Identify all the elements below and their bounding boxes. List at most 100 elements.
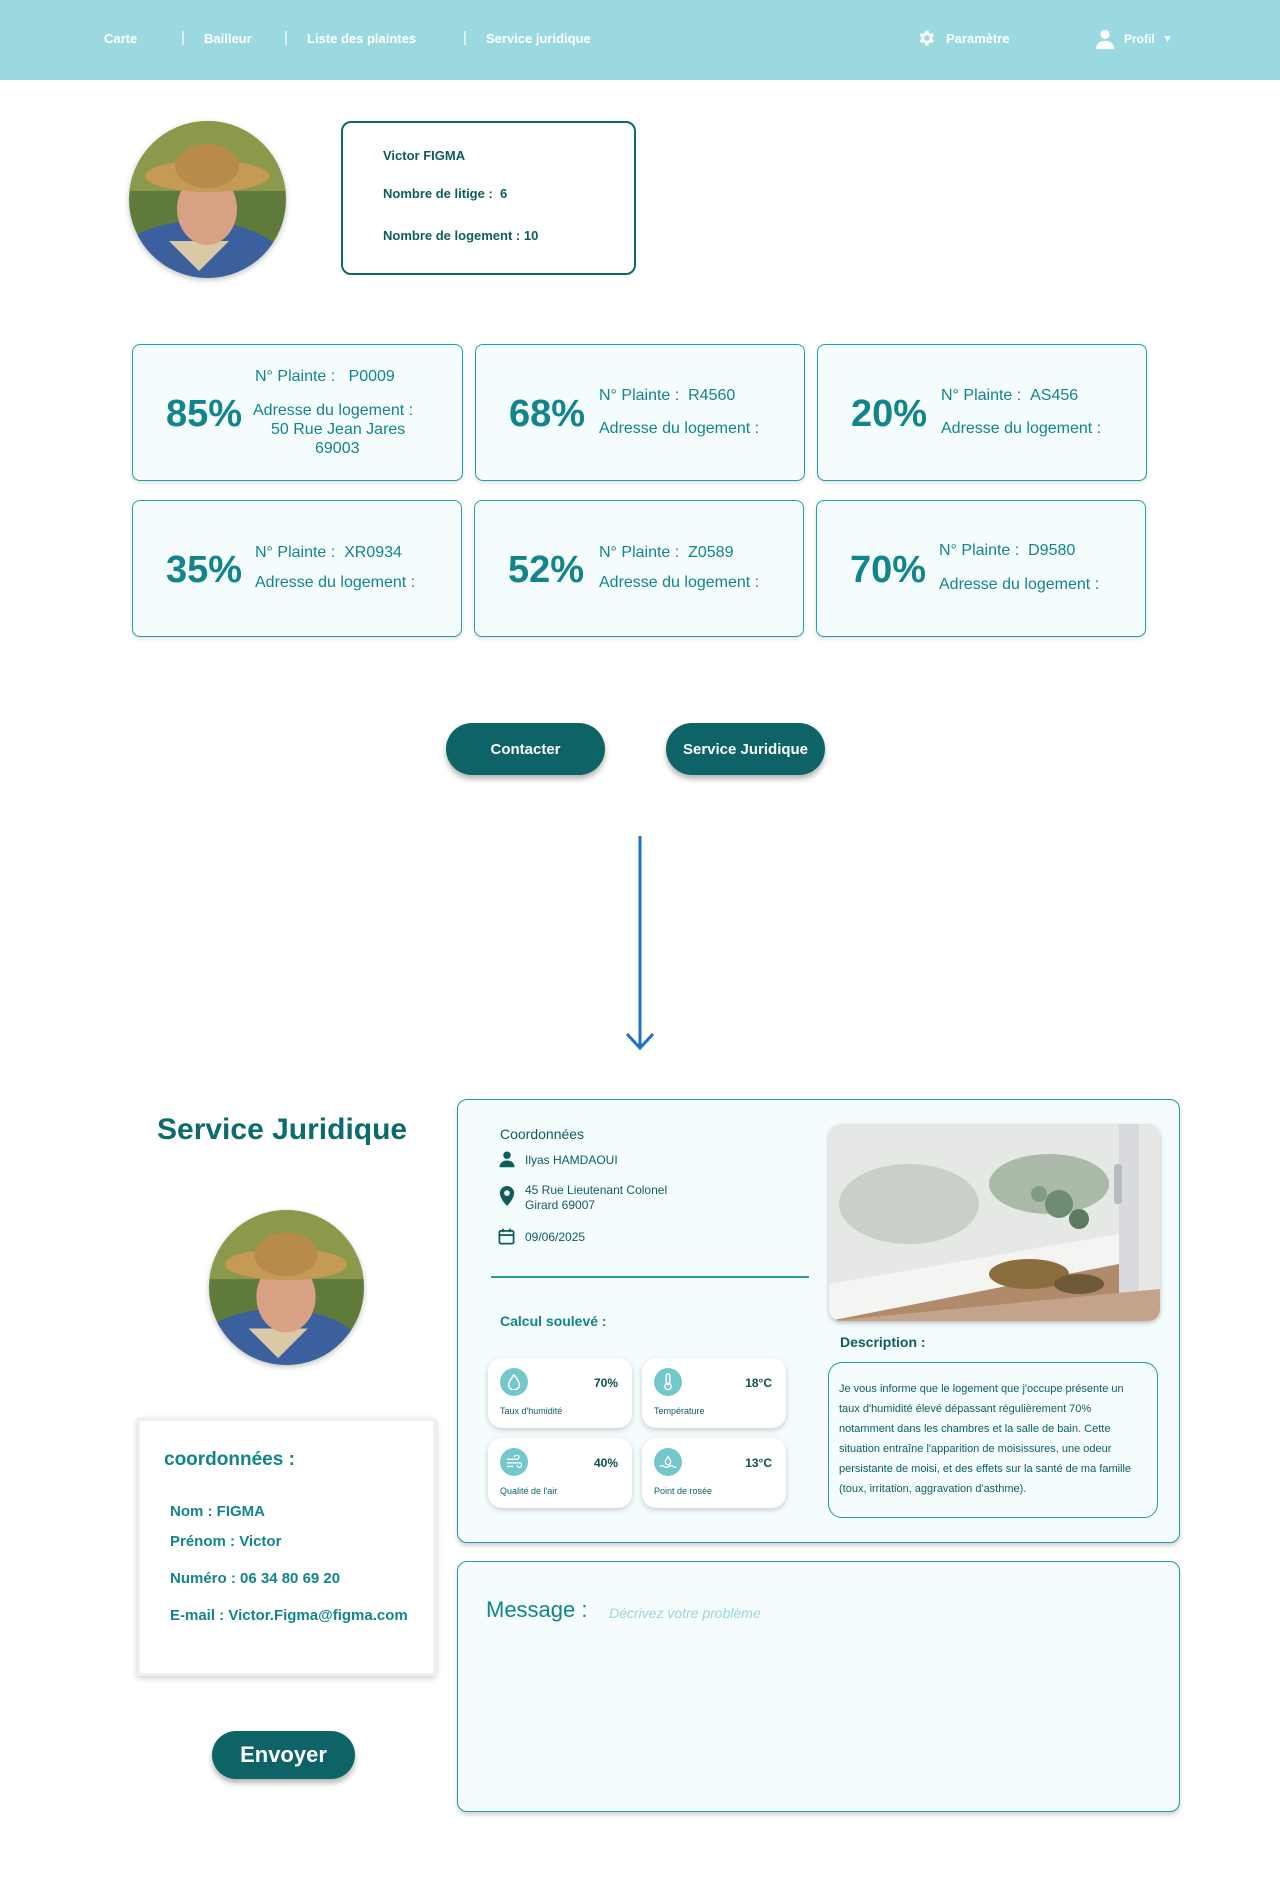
contact-button[interactable]: Contacter bbox=[446, 723, 605, 775]
complaint-address-label: Adresse du logement : bbox=[253, 402, 414, 419]
address-line-1: 45 Rue Lieutenant Colonel bbox=[525, 1183, 668, 1197]
avatar bbox=[209, 1210, 364, 1365]
complaint-card[interactable]: 20% N° Plainte : AS456 Adresse du logeme… bbox=[817, 344, 1147, 481]
complaint-number-value: R4560 bbox=[688, 387, 736, 404]
complaint-address-label: Adresse du logement : bbox=[599, 574, 760, 591]
calendar-icon bbox=[498, 1228, 515, 1245]
location-pin-icon bbox=[499, 1186, 515, 1206]
complaint-address-label: Adresse du logement : bbox=[599, 420, 760, 437]
complaint-number: N° Plainte : P0009 bbox=[255, 368, 395, 386]
email-label: E-mail : bbox=[170, 1607, 225, 1624]
complaint-address-label: Adresse du logement : bbox=[939, 576, 1100, 593]
description-heading: Description : bbox=[840, 1334, 926, 1350]
complaint-number-label: N° Plainte : bbox=[255, 368, 336, 385]
user-icon bbox=[499, 1151, 515, 1168]
mold-photo bbox=[829, 1124, 1160, 1321]
avatar bbox=[129, 121, 286, 278]
complaint-address-zip: 69003 bbox=[315, 440, 360, 457]
metric-value: 40% bbox=[593, 1456, 618, 1470]
numero-label: Numéro : bbox=[170, 1570, 236, 1587]
metric-label: Taux d'humidité bbox=[500, 1406, 563, 1416]
complaint-card[interactable]: 70% N° Plainte : D9580 Adresse du logeme… bbox=[816, 500, 1146, 637]
flow-arrow-icon bbox=[626, 836, 655, 1051]
complaint-percent: 68% bbox=[509, 393, 586, 435]
complaint-number-label: N° Plainte : bbox=[255, 544, 336, 561]
profile-disputes: Nombre de litige : 6 bbox=[383, 186, 507, 201]
prenom-value: Victor bbox=[239, 1533, 282, 1550]
complaint-number: N° Plainte : R4560 bbox=[599, 387, 735, 405]
person-name: Ilyas HAMDAOUI bbox=[525, 1153, 618, 1167]
metric-temperature: 18°C Température bbox=[642, 1358, 786, 1428]
metric-label: Point de rosée bbox=[654, 1486, 713, 1496]
profile-housing-count: Nombre de logement : 10 bbox=[383, 228, 539, 243]
settings-link[interactable]: Paramètre bbox=[916, 28, 1010, 48]
legal-service-button[interactable]: Service Juridique bbox=[666, 723, 825, 775]
complaint-number-value: Z0589 bbox=[688, 544, 734, 561]
nom-value: FIGMA bbox=[216, 1503, 265, 1520]
complaint-number-label: N° Plainte : bbox=[599, 387, 680, 404]
disputes-label: Nombre de litige : bbox=[383, 186, 493, 201]
complaint-number-value: XR0934 bbox=[344, 544, 402, 561]
complaint-percent: 52% bbox=[508, 549, 585, 591]
metric-value: 13°C bbox=[745, 1456, 772, 1470]
nom-label: Nom : bbox=[170, 1503, 213, 1520]
nav-service-juridique[interactable]: Service juridique bbox=[486, 31, 591, 46]
metric-value: 18°C bbox=[745, 1376, 772, 1390]
nav-liste-plaintes[interactable]: Liste des plaintes bbox=[307, 31, 416, 46]
message-label: Message : bbox=[486, 1597, 588, 1622]
complaint-number: N° Plainte : D9580 bbox=[939, 542, 1075, 560]
complaint-number-label: N° Plainte : bbox=[939, 542, 1020, 559]
complaint-number-value: P0009 bbox=[348, 368, 395, 385]
message-box[interactable]: Message : Décrivez votre problème bbox=[457, 1561, 1180, 1812]
profile-summary-card: Victor FIGMA Nombre de litige : 6 Nombre… bbox=[341, 121, 636, 275]
air-icon bbox=[500, 1448, 528, 1476]
complaint-card[interactable]: 85% N° Plainte : P0009 Adresse du logeme… bbox=[132, 344, 463, 481]
metric-dew-point: 13°C Point de rosée bbox=[642, 1438, 786, 1508]
profile-menu[interactable]: Profil ▼ bbox=[1094, 28, 1173, 50]
coords-heading: Coordonnées bbox=[500, 1126, 585, 1142]
divider bbox=[491, 1276, 809, 1278]
gear-icon bbox=[919, 30, 934, 46]
user-icon bbox=[1095, 29, 1115, 50]
message-placeholder[interactable]: Décrivez votre problème bbox=[609, 1605, 761, 1621]
disputes-value: 6 bbox=[500, 186, 508, 201]
email-value: Victor.Figma@figma.com bbox=[228, 1607, 408, 1624]
prenom-label: Prénom : bbox=[170, 1533, 236, 1550]
complaint-percent: 70% bbox=[850, 549, 927, 591]
complaint-number: N° Plainte : AS456 bbox=[941, 387, 1078, 405]
nav-separator: | bbox=[463, 29, 467, 46]
complaint-card[interactable]: 52% N° Plainte : Z0589 Adresse du logeme… bbox=[474, 500, 804, 637]
top-navbar: Carte | Bailleur | Liste des plaintes | … bbox=[0, 0, 1280, 80]
contact-info-title: coordonnées : bbox=[164, 1449, 295, 1470]
metric-humidity: 70% Taux d'humidité bbox=[488, 1358, 632, 1428]
nav-separator: | bbox=[181, 29, 185, 46]
chevron-down-icon: ▼ bbox=[1162, 33, 1173, 45]
address-line-2: Girard 69007 bbox=[525, 1198, 596, 1212]
contact-info-card: coordonnées : Nom : FIGMA Prénom : Victo… bbox=[137, 1418, 436, 1676]
description-text: Je vous informe que le logement que j'oc… bbox=[828, 1362, 1158, 1518]
complaint-card[interactable]: 35% N° Plainte : XR0934 Adresse du logem… bbox=[132, 500, 462, 637]
nav-bailleur[interactable]: Bailleur bbox=[204, 31, 252, 46]
complaint-number-value: AS456 bbox=[1030, 387, 1079, 404]
contact-email: E-mail : Victor.Figma@figma.com bbox=[170, 1607, 408, 1624]
complaint-address-label: Adresse du logement : bbox=[255, 574, 416, 591]
complaint-date: 09/06/2025 bbox=[525, 1230, 586, 1244]
contact-prenom: Prénom : Victor bbox=[170, 1533, 281, 1550]
droplet-icon bbox=[500, 1368, 528, 1396]
send-button[interactable]: Envoyer bbox=[212, 1731, 355, 1779]
complaint-number-label: N° Plainte : bbox=[941, 387, 1022, 404]
nav-carte[interactable]: Carte bbox=[104, 31, 137, 46]
complaint-address-label: Adresse du logement : bbox=[941, 420, 1102, 437]
complaint-card[interactable]: 68% N° Plainte : R4560 Adresse du logeme… bbox=[475, 344, 805, 481]
dew-point-icon bbox=[654, 1448, 682, 1476]
page-title: Service Juridique bbox=[157, 1113, 408, 1146]
contact-numero: Numéro : 06 34 80 69 20 bbox=[170, 1570, 340, 1587]
metric-value: 70% bbox=[593, 1376, 618, 1390]
complaint-number: N° Plainte : XR0934 bbox=[255, 544, 402, 562]
complaint-details-card: Coordonnées Ilyas HAMDAOUI 45 Rue Lieute… bbox=[457, 1099, 1180, 1543]
complaint-number: N° Plainte : Z0589 bbox=[599, 544, 733, 562]
metric-label: Température bbox=[654, 1406, 705, 1416]
calc-heading: Calcul soulevé : bbox=[500, 1313, 607, 1329]
numero-value: 06 34 80 69 20 bbox=[240, 1570, 341, 1587]
metric-air-quality: 40% Qualité de l'air bbox=[488, 1438, 632, 1508]
